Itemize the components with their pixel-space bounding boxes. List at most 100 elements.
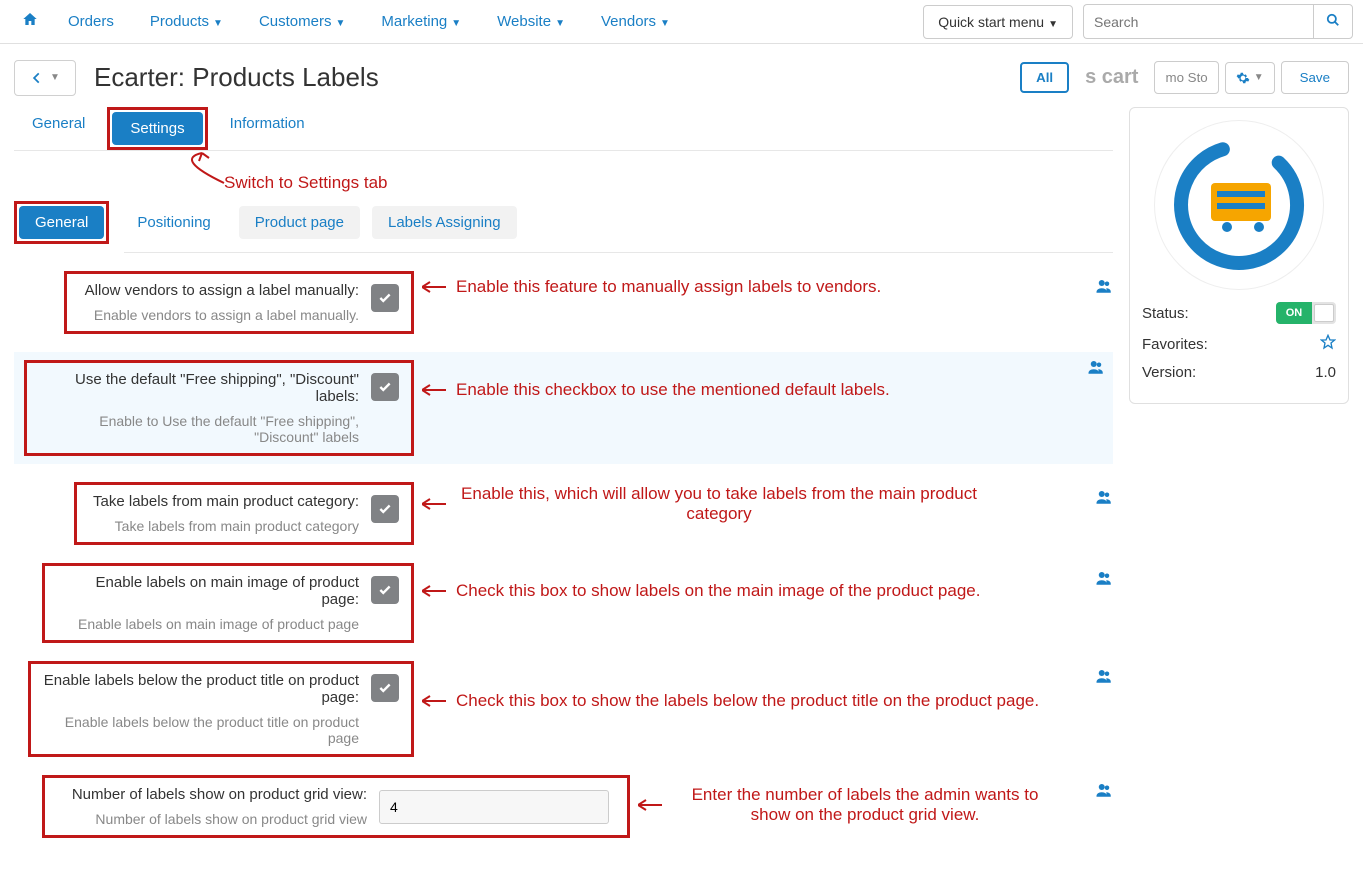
- check-icon: [378, 583, 392, 597]
- vendors-icon[interactable]: [1095, 667, 1113, 690]
- version-label: Version:: [1142, 364, 1196, 381]
- favorites-row: Favorites:: [1142, 334, 1336, 354]
- annotation-text: Switch to Settings tab: [224, 173, 387, 193]
- nav-label: Orders: [68, 13, 114, 30]
- nav-customers[interactable]: Customers▼: [241, 1, 363, 42]
- subtab-product-page[interactable]: Product page: [239, 206, 360, 239]
- checkbox-allow-vendors[interactable]: [371, 284, 399, 312]
- version-value: 1.0: [1315, 364, 1336, 381]
- checkbox-main-category[interactable]: [371, 495, 399, 523]
- main-menu: Orders Products▼ Customers▼ Marketing▼ W…: [50, 1, 688, 42]
- annotation-text: Enable this checkbox to use the mentione…: [456, 380, 890, 400]
- nav-website[interactable]: Website ▼: [479, 1, 583, 42]
- nav-orders[interactable]: Orders: [50, 1, 132, 42]
- chevron-down-icon: ▼: [660, 18, 670, 29]
- field-label: Take labels from main product category:: [89, 493, 359, 510]
- gear-icon: [1236, 71, 1250, 85]
- check-icon: [378, 681, 392, 695]
- annotation-text: Enable this feature to manually assign l…: [456, 277, 881, 297]
- vendors-icon[interactable]: [1095, 277, 1113, 300]
- nav-products[interactable]: Products ▼: [132, 1, 241, 42]
- settings-form: Allow vendors to assign a label manually…: [14, 271, 1113, 838]
- field-help: Enable labels below the product title on…: [43, 714, 359, 746]
- star-icon[interactable]: [1320, 334, 1336, 354]
- grid-count-input[interactable]: [379, 790, 609, 824]
- field-label: Enable labels on main image of product p…: [57, 574, 359, 608]
- tabs-main: General Settings Information: [14, 107, 1113, 151]
- addon-logo: [1154, 120, 1324, 290]
- toggle-knob: [1314, 304, 1334, 322]
- search-button[interactable]: [1313, 4, 1353, 39]
- vendors-icon[interactable]: [1087, 358, 1105, 381]
- annotation-box: General: [14, 201, 109, 244]
- save-button[interactable]: Save: [1281, 61, 1349, 94]
- chevron-down-icon: ▼: [213, 18, 223, 29]
- subtab-general[interactable]: General: [19, 206, 104, 239]
- subtab-positioning[interactable]: Positioning: [121, 206, 226, 239]
- search-input[interactable]: [1083, 4, 1313, 39]
- nav-label: Products: [150, 13, 209, 30]
- chevron-down-icon: ▼: [50, 61, 60, 95]
- search-wrap: [1083, 4, 1353, 39]
- chevron-down-icon: ▼: [555, 18, 565, 29]
- all-button[interactable]: All: [1020, 62, 1069, 93]
- page-title: Ecarter: Products Labels: [94, 62, 379, 93]
- subtab-labels-assigning[interactable]: Labels Assigning: [372, 206, 517, 239]
- checkbox-below-title[interactable]: [371, 674, 399, 702]
- nav-vendors[interactable]: Vendors ▼: [583, 1, 688, 42]
- nav-label: Website: [497, 13, 551, 30]
- back-button[interactable]: ▼: [14, 60, 76, 96]
- main-content: General Settings Information Switch to S…: [14, 107, 1113, 856]
- chevron-down-icon: ▼: [335, 18, 345, 29]
- nav-marketing[interactable]: Marketing ▼: [363, 1, 479, 42]
- setting-row-allow-vendors: Allow vendors to assign a label manually…: [64, 271, 1113, 334]
- cart-fragment: s cart: [1075, 58, 1148, 97]
- check-icon: [378, 380, 392, 394]
- chevron-down-icon: ▼: [1048, 19, 1058, 30]
- annotation-box: Settings: [107, 107, 207, 150]
- field-help: Take labels from main product category: [89, 518, 359, 534]
- search-icon: [1326, 13, 1340, 27]
- toggle-on-label: ON: [1276, 302, 1312, 324]
- vendors-icon[interactable]: [1095, 488, 1113, 511]
- checkbox-main-image[interactable]: [371, 576, 399, 604]
- chevron-down-icon: ▼: [451, 18, 461, 29]
- annotation-text: Enter the number of labels the admin wan…: [672, 785, 1058, 825]
- version-row: Version: 1.0: [1142, 364, 1336, 381]
- demo-store-button[interactable]: mo Sto: [1154, 61, 1218, 94]
- setting-row-below-title: Enable labels below the product title on…: [28, 661, 1113, 757]
- field-help: Enable labels on main image of product p…: [57, 616, 359, 632]
- tab-information[interactable]: Information: [212, 107, 323, 150]
- sidebar: Status: ON Favorites: Version: 1.0: [1129, 107, 1349, 856]
- annotation-text: Enable this, which will allow you to tak…: [456, 484, 982, 524]
- vendors-icon[interactable]: [1095, 781, 1113, 804]
- addon-card: Status: ON Favorites: Version: 1.0: [1129, 107, 1349, 404]
- check-icon: [378, 291, 392, 305]
- nav-label: Customers: [259, 13, 332, 30]
- field-help: Number of labels show on product grid vi…: [57, 811, 367, 827]
- quick-start-button[interactable]: Quick start menu ▼: [923, 5, 1073, 39]
- home-icon[interactable]: [10, 11, 50, 32]
- tab-general[interactable]: General: [14, 107, 103, 150]
- setting-row-default-labels: Use the default "Free shipping", "Discou…: [14, 352, 1113, 464]
- favorites-label: Favorites:: [1142, 336, 1208, 353]
- nav-label: Vendors: [601, 13, 656, 30]
- nav-label: Marketing: [381, 13, 447, 30]
- status-toggle[interactable]: ON: [1276, 302, 1336, 324]
- field-label: Use the default "Free shipping", "Discou…: [39, 371, 359, 405]
- checkbox-default-labels[interactable]: [371, 373, 399, 401]
- quick-start-label: Quick start menu: [938, 14, 1044, 30]
- field-help: Enable vendors to assign a label manuall…: [79, 307, 359, 323]
- tab-settings[interactable]: Settings: [112, 112, 202, 145]
- chevron-down-icon: ▼: [1254, 72, 1264, 83]
- field-label: Enable labels below the product title on…: [43, 672, 359, 706]
- setting-row-grid-count: Number of labels show on product grid vi…: [42, 775, 1113, 838]
- vendors-icon[interactable]: [1095, 569, 1113, 592]
- field-label: Number of labels show on product grid vi…: [57, 786, 367, 803]
- status-row: Status: ON: [1142, 302, 1336, 324]
- arrow-left-icon: [30, 71, 44, 85]
- setting-row-main-category: Take labels from main product category: …: [74, 482, 1113, 545]
- status-label: Status:: [1142, 305, 1189, 322]
- annotation-text: Check this box to show the labels below …: [456, 691, 1039, 711]
- settings-button[interactable]: ▼: [1225, 62, 1275, 94]
